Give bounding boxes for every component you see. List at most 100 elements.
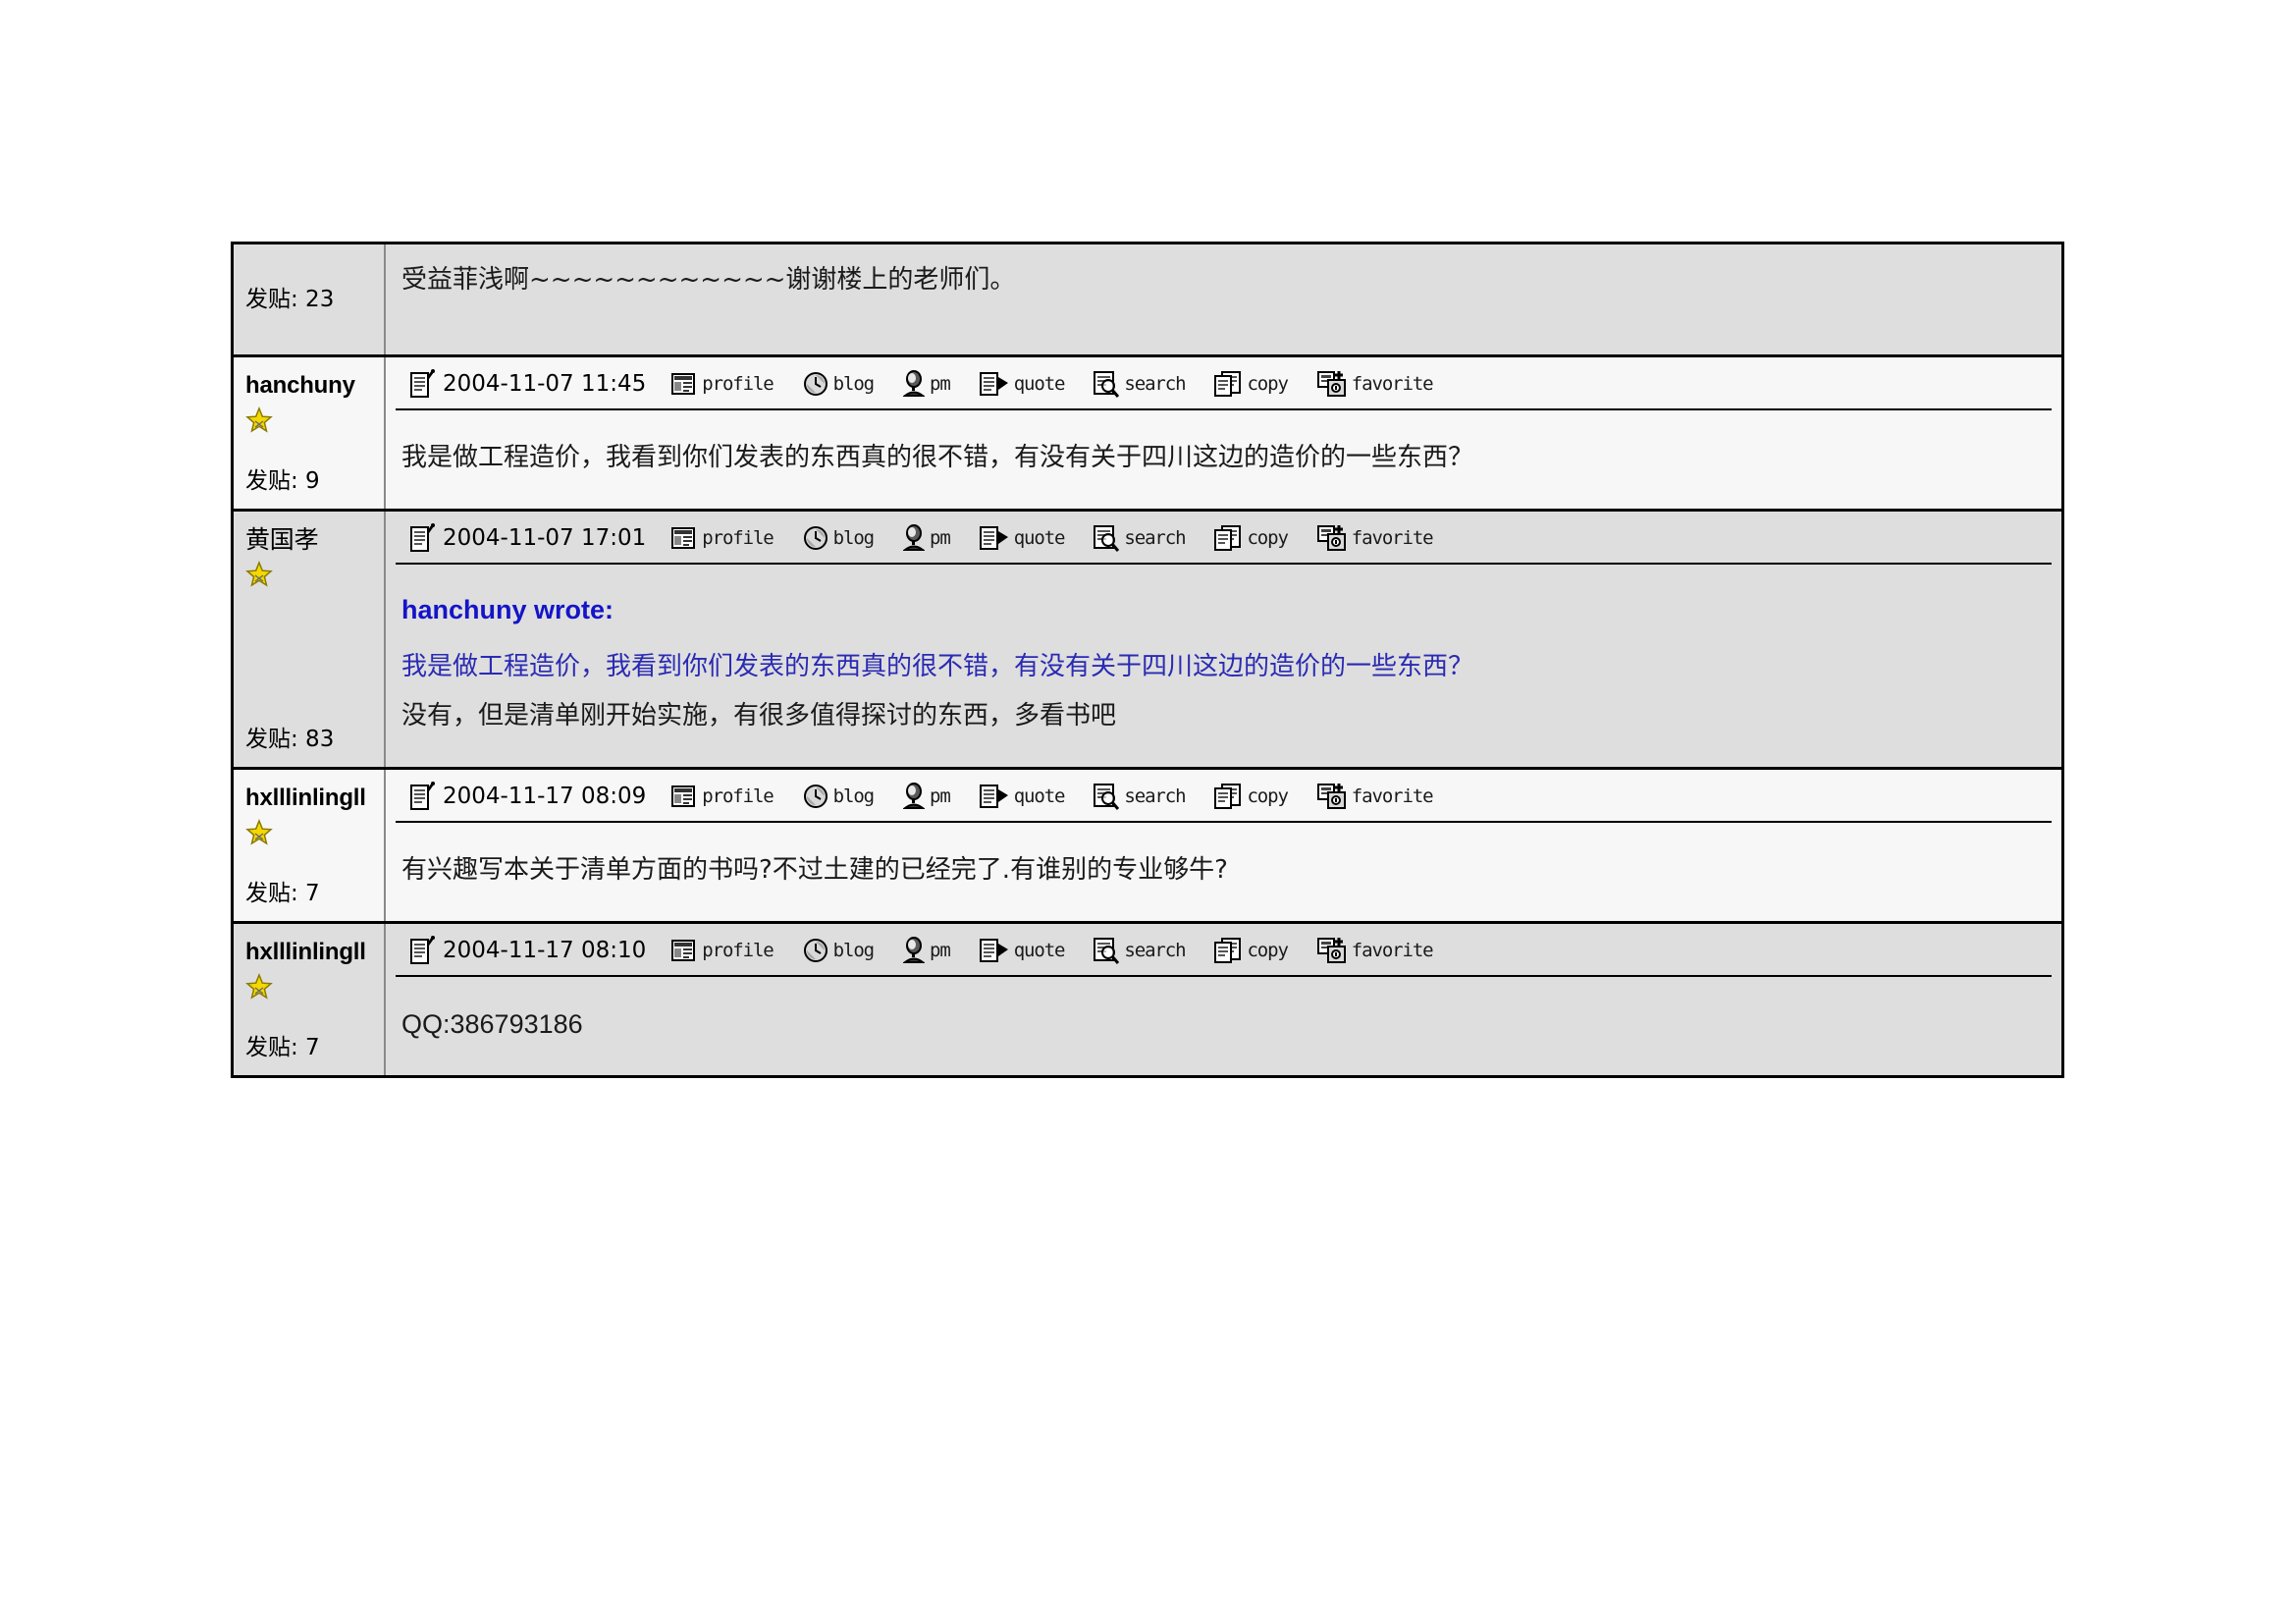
toolbar-search-button[interactable]: search — [1094, 370, 1187, 398]
toolbar-quote-button[interactable]: quote — [979, 371, 1066, 397]
post-date: 2004-11-17 08:10 — [443, 938, 647, 963]
copy-pages-icon — [1214, 784, 1242, 809]
post-content-column: 受益菲浅啊~~~~~~~~~~~~谢谢楼上的老师们。 — [386, 244, 2061, 354]
toolbar-profile-button[interactable]: profile — [671, 939, 774, 962]
author-name[interactable]: hxlllinlingll — [245, 784, 384, 813]
toolbar-quote-button[interactable]: quote — [979, 525, 1065, 551]
post-author-column: 发贴: 23 — [234, 244, 386, 354]
post-body-line: 我是做工程造价，我看到你们发表的东西真的很不错，有没有关于四川这边的造价的一些东… — [401, 443, 1474, 472]
post-body: 我是做工程造价，我看到你们发表的东西真的很不错，有没有关于四川这边的造价的一些东… — [386, 410, 2061, 509]
toolbar-blog-label: blog — [832, 373, 875, 395]
quote-icon — [979, 371, 1009, 397]
post-toolbar: 2004-11-07 11:45 profile blog pm quote search… — [396, 357, 2052, 410]
toolbar-profile-label: profile — [702, 373, 774, 395]
author-post-count: 发贴: 23 — [245, 287, 335, 312]
toolbar-pm-button[interactable]: pm — [903, 937, 951, 964]
toolbar-quote-label: quote — [1013, 785, 1066, 807]
toolbar-pm-button[interactable]: pm — [903, 783, 951, 810]
post-note-icon — [409, 523, 435, 553]
post: 黄国孝发贴: 83 2004-11-07 17:01 profile blog pm qu… — [234, 512, 2061, 770]
post-toolbar: 2004-11-17 08:09 profile blog pm quote search… — [396, 770, 2052, 823]
favorite-add-icon — [1316, 783, 1347, 810]
thread-table: 发贴: 23 受益菲浅啊~~~~~~~~~~~~谢谢楼上的老师们。 hanchuny… — [231, 242, 2064, 1078]
toolbar-copy-button[interactable]: copy — [1214, 371, 1289, 397]
star-badge-icon — [245, 819, 273, 846]
toolbar-search-label: search — [1124, 785, 1186, 807]
copy-pages-icon — [1214, 371, 1242, 397]
favorite-add-icon — [1316, 937, 1347, 964]
author-post-count: 发贴: 7 — [245, 881, 320, 906]
post-author-column: 黄国孝发贴: 83 — [234, 512, 386, 767]
post-body: 受益菲浅啊~~~~~~~~~~~~谢谢楼上的老师们。 — [386, 244, 2061, 331]
quote-text: 我是做工程造价，我看到你们发表的东西真的很不错，有没有关于四川这边的造价的一些东… — [401, 652, 1474, 681]
post-date: 2004-11-17 08:09 — [443, 784, 647, 809]
toolbar-profile-label: profile — [702, 785, 774, 807]
toolbar-copy-button[interactable]: copy — [1214, 938, 1289, 963]
toolbar-profile-button[interactable]: profile — [671, 372, 774, 396]
toolbar-quote-label: quote — [1013, 373, 1066, 395]
post-date-group: 2004-11-17 08:10 — [409, 936, 646, 965]
quote-icon — [979, 938, 1009, 963]
toolbar-favorite-button[interactable]: favorite — [1316, 524, 1434, 552]
post-body: QQ:386793186 — [386, 977, 2061, 1075]
author-name[interactable]: 黄国孝 — [245, 525, 384, 555]
copy-pages-icon — [1214, 938, 1242, 963]
toolbar-copy-button[interactable]: copy — [1214, 525, 1289, 551]
toolbar-favorite-label: favorite — [1351, 940, 1434, 961]
toolbar-quote-button[interactable]: quote — [979, 938, 1065, 963]
post-toolbar: 2004-11-17 08:10 profile blog pm quote search… — [396, 924, 2052, 977]
toolbar-copy-label: copy — [1247, 940, 1288, 961]
post-toolbar: 2004-11-07 17:01 profile blog pm quote search… — [396, 512, 2052, 565]
author-name[interactable]: hanchuny — [245, 371, 384, 401]
profile-icon — [671, 785, 697, 808]
star-badge-icon — [245, 561, 273, 588]
toolbar-favorite-button[interactable]: favorite — [1316, 783, 1434, 810]
toolbar-favorite-button[interactable]: favorite — [1316, 370, 1434, 398]
toolbar-profile-button[interactable]: profile — [671, 526, 774, 550]
favorite-add-icon — [1316, 370, 1347, 398]
toolbar-blog-button[interactable]: blog — [803, 371, 875, 397]
toolbar-favorite-label: favorite — [1351, 527, 1434, 549]
toolbar-search-label: search — [1124, 527, 1186, 549]
toolbar-profile-label: profile — [702, 527, 774, 549]
post-author-column: hxlllinlingll 发贴: 7 — [234, 924, 386, 1075]
toolbar-copy-button[interactable]: copy — [1214, 784, 1289, 809]
author-post-count: 发贴: 83 — [245, 727, 335, 752]
search-magnifier-icon — [1094, 524, 1120, 552]
toolbar-blog-button[interactable]: blog — [803, 525, 875, 551]
post-body-line: 没有，但是清单刚开始实施，有很多值得探讨的东西，多看书吧 — [401, 701, 1117, 731]
author-post-count: 发贴: 9 — [245, 468, 320, 494]
author-name[interactable]: hxlllinlingll — [245, 938, 384, 967]
toolbar-blog-button[interactable]: blog — [803, 784, 875, 809]
toolbar-favorite-button[interactable]: favorite — [1316, 937, 1434, 964]
toolbar-search-button[interactable]: search — [1094, 937, 1187, 964]
post-content-column: 2004-11-17 08:10 profile blog pm quote search… — [386, 924, 2061, 1075]
post: hxlllinlingll 发贴: 7 2004-11-17 08:09 profil… — [234, 770, 2061, 924]
blog-globe-icon — [803, 371, 828, 397]
post-note-icon — [409, 782, 435, 811]
toolbar-blog-button[interactable]: blog — [803, 938, 875, 963]
post-date: 2004-11-07 17:01 — [443, 525, 647, 551]
blog-globe-icon — [803, 525, 828, 551]
toolbar-search-button[interactable]: search — [1094, 524, 1187, 552]
post-body-line: QQ:386793186 — [401, 1009, 583, 1039]
post-content-column: 2004-11-07 17:01 profile blog pm quote search… — [386, 512, 2061, 767]
quote-icon — [979, 784, 1009, 809]
post-body-line: 有兴趣写本关于清单方面的书吗?不过土建的已经完了.有谁别的专业够牛? — [401, 855, 1228, 885]
blog-globe-icon — [803, 784, 828, 809]
toolbar-copy-label: copy — [1247, 527, 1288, 549]
toolbar-blog-label: blog — [832, 527, 875, 549]
toolbar-profile-button[interactable]: profile — [671, 785, 774, 808]
post: hxlllinlingll 发贴: 7 2004-11-17 08:10 profil… — [234, 924, 2061, 1075]
profile-icon — [671, 939, 697, 962]
quote-header: hanchuny wrote: — [401, 595, 614, 624]
pm-person-icon — [903, 937, 925, 964]
profile-icon — [671, 526, 697, 550]
post: 发贴: 23 受益菲浅啊~~~~~~~~~~~~谢谢楼上的老师们。 — [234, 244, 2061, 357]
toolbar-quote-button[interactable]: quote — [979, 784, 1066, 809]
toolbar-pm-label: pm — [930, 940, 951, 961]
toolbar-pm-button[interactable]: pm — [903, 370, 951, 398]
toolbar-pm-button[interactable]: pm — [903, 524, 951, 552]
toolbar-search-button[interactable]: search — [1094, 783, 1187, 810]
toolbar-copy-label: copy — [1247, 373, 1288, 395]
